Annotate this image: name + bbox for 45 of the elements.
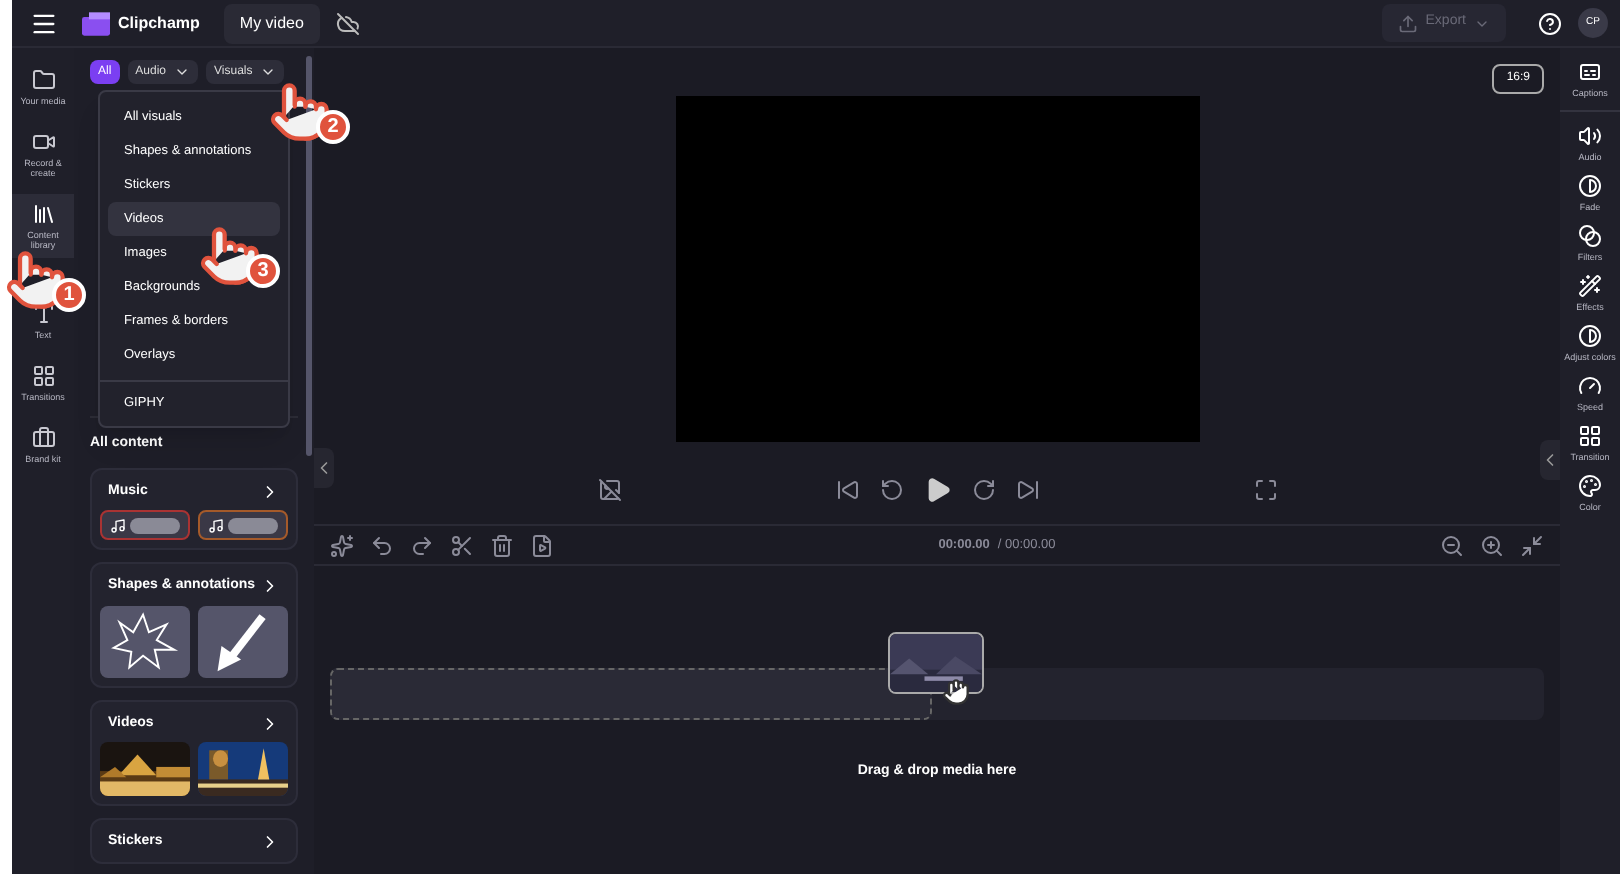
media-icon <box>31 68 55 92</box>
collapse-handle-icon[interactable] <box>314 448 334 488</box>
text-icon <box>31 302 55 326</box>
zoom-out-icon[interactable] <box>1440 533 1464 557</box>
waveform-icon <box>130 517 180 533</box>
menu-icon[interactable] <box>29 9 57 37</box>
fullscreen-icon[interactable] <box>1253 478 1277 502</box>
skip-forward-icon[interactable] <box>1015 478 1039 502</box>
transitions-icon <box>31 364 55 388</box>
audio-icon <box>1578 124 1602 148</box>
effects-icon <box>1578 274 1602 298</box>
library-icon <box>31 202 55 226</box>
speed-icon <box>1578 374 1602 398</box>
redo-icon[interactable] <box>410 533 434 557</box>
rewind-icon[interactable] <box>879 478 903 502</box>
record-icon <box>31 130 55 154</box>
grab-hand-icon <box>942 678 970 706</box>
audio-thumbnail[interactable] <box>198 510 288 540</box>
collapse-icon[interactable] <box>1520 533 1544 557</box>
media-file-icon[interactable] <box>530 533 554 557</box>
trash-icon[interactable] <box>490 533 514 557</box>
collapse-handle-icon[interactable] <box>1540 440 1560 480</box>
logo-icon <box>82 11 110 35</box>
color-icon <box>1578 474 1602 498</box>
scissors-icon[interactable] <box>450 533 474 557</box>
music-note-icon <box>110 517 126 533</box>
undo-icon[interactable] <box>370 533 394 557</box>
camera-off-icon[interactable] <box>597 478 621 502</box>
zoom-in-icon[interactable] <box>1480 533 1504 557</box>
burst-shape-icon[interactable] <box>100 605 190 677</box>
music-note-icon <box>208 517 224 533</box>
upload-icon <box>1397 13 1418 33</box>
app-name: Clipchamp <box>118 11 200 35</box>
audio-thumbnail[interactable] <box>100 510 190 540</box>
transition-icon <box>1578 424 1602 448</box>
help-icon[interactable] <box>1538 11 1562 35</box>
skip-back-icon[interactable] <box>835 478 859 502</box>
play-icon[interactable] <box>923 476 951 504</box>
forward-icon[interactable] <box>971 478 995 502</box>
waveform-icon <box>228 517 278 533</box>
arrow-shape-icon[interactable] <box>198 605 288 677</box>
cloud-off-icon <box>335 11 360 35</box>
captions-icon <box>1578 60 1602 84</box>
sparkle-icon[interactable] <box>330 533 354 557</box>
project-title[interactable]: My video <box>223 3 320 43</box>
